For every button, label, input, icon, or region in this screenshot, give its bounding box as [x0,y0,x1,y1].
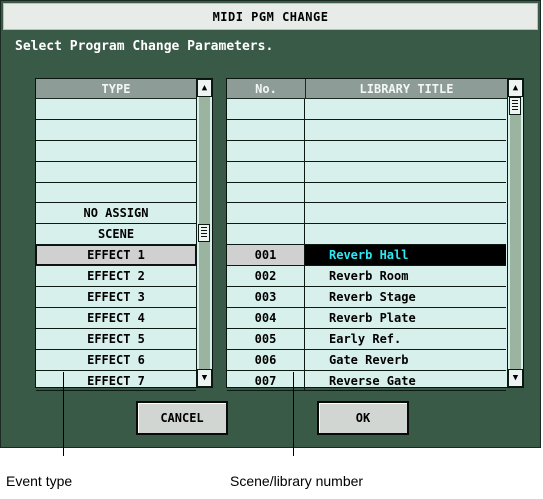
type-item-label: EFFECT 6 [87,352,145,367]
library-list-row[interactable] [227,99,506,120]
type-list-scrollbar[interactable]: ▲ ▼ [196,79,212,387]
library-list-row[interactable] [227,182,506,204]
callout-event-type: Event type [6,473,73,489]
library-number-cell [227,99,305,119]
library-list-panel: No. LIBRARY TITLE 001 Reverb Hall 002 Rever… [226,78,524,392]
library-list-row[interactable] [227,203,506,225]
library-list-row[interactable]: 004 Reverb Plate [227,307,506,329]
type-item-label: EFFECT 3 [87,289,145,304]
type-list-item[interactable]: EFFECT 6 [36,350,196,371]
type-item-label [36,162,196,182]
library-list-row[interactable]: 002 Reverb Room [227,266,506,288]
scroll-up-arrow-icon[interactable]: ▲ [508,79,523,97]
type-item-label: NO ASSIGN [83,206,149,221]
library-list: 001 Reverb Hall 002 Reverb Room 003 Reverb St… [227,99,506,392]
callout-line-scene-number [293,372,294,456]
type-list-panel: TYPE NO ASSIGN SCENE EFFECT 1 EFFECT 2 EFFEC… [35,78,213,392]
library-number-cell: 004 [227,307,305,328]
scroll-up-arrow-icon[interactable]: ▲ [197,79,212,97]
type-list-item[interactable] [36,120,196,141]
type-list-item[interactable] [36,162,196,183]
callout-scene-library-number: Scene/library number [230,473,364,489]
type-list-item[interactable]: EFFECT 7 [36,371,196,392]
library-title-cell: Reverb Room [329,269,409,284]
scrollbar-track[interactable] [510,97,521,369]
library-list-row[interactable]: 003 Reverb Stage [227,287,506,308]
dialog-titlebar: MIDI PGM CHANGE [3,3,538,30]
library-number-cell: 002 [227,266,305,287]
library-title-cell [305,141,506,161]
type-item-label [36,120,196,140]
library-title-cell [305,224,506,244]
library-title-cell: Reverb Stage [329,289,416,304]
library-title-cell: Gate Reverb [329,352,409,367]
cancel-button[interactable]: CANCEL [136,401,228,435]
type-item-label: EFFECT 1 [36,245,196,266]
type-item-label [36,183,196,203]
type-list-item[interactable] [36,183,196,204]
type-item-label: EFFECT 5 [87,331,145,346]
type-item-label [36,141,196,161]
library-list-row[interactable] [227,224,506,246]
type-list-item[interactable]: EFFECT 2 [36,266,196,288]
library-list-row[interactable] [227,119,506,141]
ok-button[interactable]: OK [317,401,409,435]
library-number-cell [227,119,305,140]
library-title-cell [305,203,506,223]
scroll-down-arrow-icon[interactable]: ▼ [508,369,523,387]
type-column-header: TYPE [36,79,196,99]
library-title-cell [305,120,506,140]
library-list-row[interactable]: 007 Reverse Gate [227,370,506,392]
library-title-cell: Early Ref. [329,331,402,346]
library-title-cell [305,162,506,182]
type-item-label: EFFECT 4 [87,310,145,325]
type-item-label: EFFECT 7 [87,373,145,388]
type-list-item[interactable]: SCENE [36,224,196,246]
type-list-item[interactable]: EFFECT 3 [36,287,196,308]
library-list-row[interactable]: 001 Reverb Hall [227,245,506,267]
type-list: NO ASSIGN SCENE EFFECT 1 EFFECT 2 EFFECT 3 EF… [36,99,196,392]
type-list-item[interactable] [36,99,196,120]
type-item-label: SCENE [97,227,135,242]
library-number-cell [227,224,305,245]
number-column-header: No. [227,79,306,99]
instruction-text: Select Program Change Parameters. [15,39,274,54]
library-list-row[interactable] [227,140,506,162]
midi-pgm-change-dialog: MIDI PGM CHANGE Select Program Change Pa… [0,0,541,448]
library-title-cell: Reverb Plate [329,310,416,325]
library-number-cell: 003 [227,287,305,307]
library-number-cell: 001 [227,245,305,266]
type-list-item[interactable]: NO ASSIGN [36,203,196,225]
library-list-row[interactable]: 005 Early Ref. [227,328,506,350]
type-item-label: EFFECT 2 [87,269,145,284]
library-number-cell [227,203,305,224]
library-number-cell: 005 [227,328,305,349]
callout-line-event-type [63,372,64,456]
scroll-down-arrow-icon[interactable]: ▼ [197,369,212,387]
library-number-cell [227,161,305,182]
library-title-cell: Reverse Gate [329,373,416,388]
scrollbar-thumb[interactable] [509,97,521,115]
library-title-column-header: LIBRARY TITLE [306,79,507,99]
type-item-label [36,99,196,119]
type-list-item[interactable] [36,141,196,162]
library-list-scrollbar[interactable]: ▲ ▼ [507,79,523,387]
type-list-item[interactable]: EFFECT 1 [36,245,196,267]
library-list-row[interactable] [227,161,506,183]
library-list-row[interactable]: 006 Gate Reverb [227,349,506,371]
library-number-cell: 006 [227,349,305,370]
library-number-cell [227,182,305,203]
scrollbar-thumb[interactable] [198,224,210,242]
library-title-cell: Reverb Hall [305,245,506,266]
type-list-item[interactable]: EFFECT 4 [36,308,196,329]
library-title-cell [305,99,506,119]
type-list-item[interactable]: EFFECT 5 [36,329,196,350]
dialog-title: MIDI PGM CHANGE [212,9,329,24]
library-number-cell [227,140,305,161]
library-title-cell [305,183,506,203]
